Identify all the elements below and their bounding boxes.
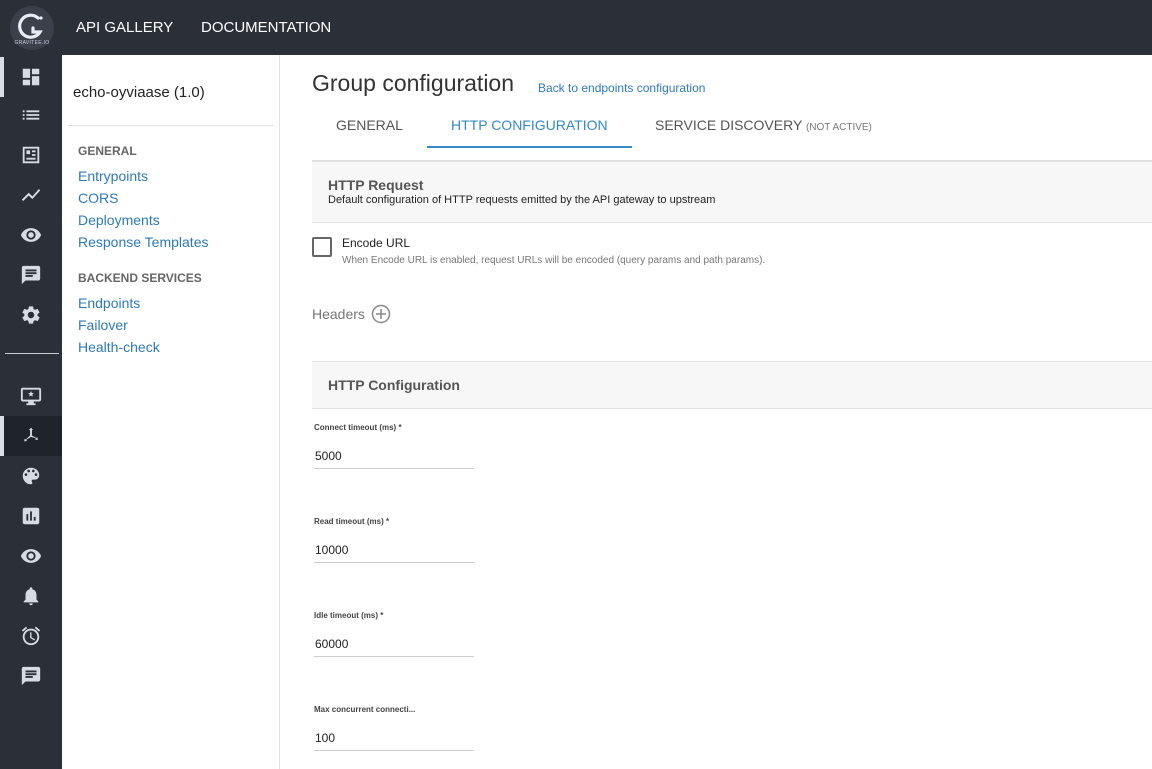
rail-settings[interactable] <box>0 295 62 335</box>
add-header-icon[interactable] <box>371 304 391 324</box>
bell-icon <box>23 587 39 606</box>
page-title: Group configuration <box>312 70 515 96</box>
list-icon <box>22 110 40 120</box>
tab-general-label: GENERAL <box>336 117 403 133</box>
tab-http-configuration[interactable]: HTTP CONFIGURATION <box>451 117 608 133</box>
active-tab-indicator <box>427 146 632 148</box>
sidebar-item-response-templates[interactable]: Response Templates <box>78 234 208 250</box>
max-connections-input[interactable] <box>314 725 474 751</box>
idle-timeout-label: Idle timeout (ms) * <box>314 611 384 620</box>
sidebar-item-failover[interactable]: Failover <box>78 317 128 333</box>
connect-timeout-input[interactable] <box>314 443 474 469</box>
read-timeout-input[interactable] <box>314 537 474 563</box>
read-timeout-label: Read timeout (ms) * <box>314 517 390 526</box>
chat-icon <box>21 666 41 686</box>
headers-label: Headers <box>312 306 365 322</box>
http-config-title: HTTP Configuration <box>328 377 460 393</box>
rail-portal[interactable] <box>0 376 62 416</box>
palette-icon <box>22 467 40 485</box>
http-request-subtitle: Default configuration of HTTP requests e… <box>328 194 716 206</box>
connect-timeout-label: Connect timeout (ms) * <box>314 423 402 432</box>
tab-service-discovery[interactable]: SERVICE DISCOVERY (NOT ACTIVE) <box>655 117 872 133</box>
gear-icon <box>22 306 40 324</box>
nav-api-gallery[interactable]: API GALLERY <box>76 0 173 55</box>
alarm-icon <box>21 626 41 646</box>
section-general-title: GENERAL <box>78 144 137 158</box>
message-icon <box>21 265 41 285</box>
rail-messages[interactable] <box>0 255 62 295</box>
rail-notifications[interactable] <box>0 576 62 616</box>
http-config-header: HTTP Configuration <box>312 361 1152 409</box>
rail-analytics[interactable] <box>0 175 62 215</box>
rail-proxy[interactable] <box>0 416 62 456</box>
icon-rail <box>0 55 62 769</box>
http-request-header: HTTP Request Default configuration of HT… <box>312 161 1152 223</box>
back-to-endpoints-link[interactable]: Back to endpoints configuration <box>538 81 705 95</box>
encode-url-hint: When Encode URL is enabled, request URLs… <box>342 255 766 266</box>
section-backend-title: BACKEND SERVICES <box>78 271 202 285</box>
rail-divider <box>5 353 59 354</box>
nav-documentation[interactable]: DOCUMENTATION <box>201 0 331 55</box>
rail-audit-2[interactable] <box>0 536 62 576</box>
max-connections-label: Max concurrent connecti... <box>314 705 416 714</box>
rail-analytics-2[interactable] <box>0 496 62 536</box>
tab-service-discovery-status: (NOT ACTIVE) <box>805 122 872 133</box>
portal-icon <box>20 387 42 406</box>
eye-icon <box>20 549 42 563</box>
encode-url-checkbox[interactable] <box>312 237 332 257</box>
sidebar-item-deployments[interactable]: Deployments <box>78 212 160 228</box>
sidebar-item-health-check[interactable]: Health-check <box>78 339 160 355</box>
rail-audit[interactable] <box>0 215 62 255</box>
rail-alerts[interactable] <box>0 616 62 656</box>
tab-general[interactable]: GENERAL <box>336 117 403 133</box>
proxy-icon <box>24 427 38 442</box>
sidebar-item-entrypoints[interactable]: Entrypoints <box>78 168 148 184</box>
eye-icon <box>20 228 42 242</box>
rail-discussions[interactable] <box>0 656 62 696</box>
top-bar: GRAVITEE.IO API GALLERY DOCUMENTATION <box>0 0 1152 55</box>
sidebar-divider <box>68 125 274 126</box>
dashboard-icon <box>22 68 40 86</box>
catalog-icon <box>22 146 40 164</box>
api-name: echo-oyviaase (1.0) <box>73 84 205 101</box>
main-content: Group configuration Back to endpoints co… <box>280 55 1152 769</box>
rail-applications[interactable] <box>0 135 62 175</box>
sidebar-item-endpoints[interactable]: Endpoints <box>78 295 140 311</box>
tab-service-discovery-label: SERVICE DISCOVERY <box>655 117 803 133</box>
api-sidebar: echo-oyviaase (1.0) GENERAL Entrypoints … <box>62 55 280 769</box>
bar-chart-icon <box>22 507 40 525</box>
rail-dashboard[interactable] <box>0 57 62 97</box>
rail-design[interactable] <box>0 456 62 496</box>
logo-text: GRAVITEE.IO <box>14 40 50 46</box>
http-request-title: HTTP Request <box>328 177 424 193</box>
rail-apis[interactable] <box>0 95 62 135</box>
idle-timeout-input[interactable] <box>314 631 474 657</box>
sidebar-item-cors[interactable]: CORS <box>78 190 118 206</box>
encode-url-label: Encode URL <box>342 236 411 250</box>
analytics-icon <box>21 189 41 201</box>
gravitee-logo[interactable]: GRAVITEE.IO <box>10 6 54 50</box>
tab-http-configuration-label: HTTP CONFIGURATION <box>451 117 608 133</box>
